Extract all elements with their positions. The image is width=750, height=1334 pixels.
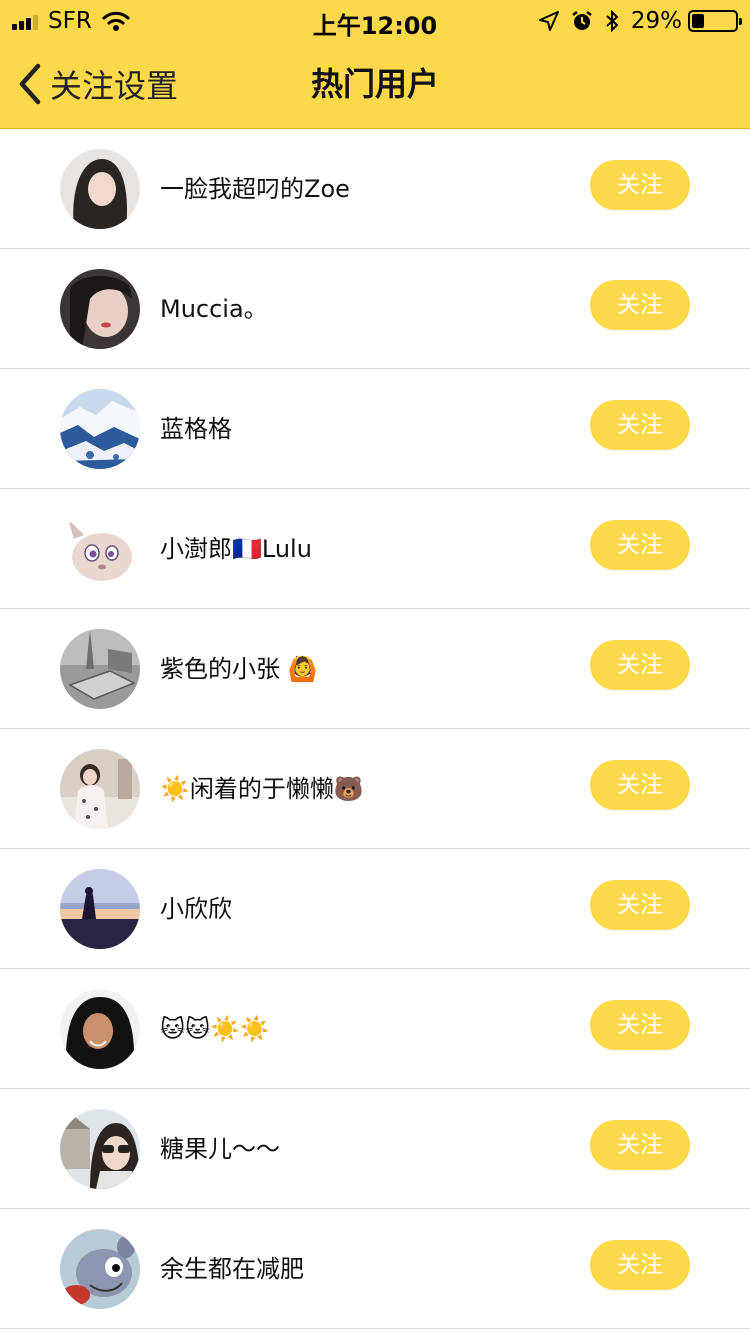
avatar[interactable] xyxy=(60,509,140,589)
follow-button[interactable]: 关注 xyxy=(590,520,690,570)
avatar[interactable] xyxy=(60,749,140,829)
follow-button[interactable]: 关注 xyxy=(590,760,690,810)
avatar[interactable] xyxy=(60,869,140,949)
follow-button[interactable]: 关注 xyxy=(590,640,690,690)
battery-percent: 29% xyxy=(630,8,682,34)
battery-level-fill xyxy=(692,14,704,28)
list-item: 🐱🐱☀️☀️ 关注 xyxy=(0,969,750,1089)
user-name: 小澍郎🇫🇷Lulu xyxy=(160,535,312,563)
user-name: 紫色的小张 🙆 xyxy=(160,655,318,683)
location-arrow-icon xyxy=(538,11,559,31)
user-name: 🐱🐱☀️☀️ xyxy=(160,1015,270,1043)
bluetooth-icon xyxy=(605,10,619,32)
list-item: 小欣欣 关注 xyxy=(0,849,750,969)
user-name: 小欣欣 xyxy=(160,895,232,923)
user-name: ☀️闲着的于懒懒🐻 xyxy=(160,775,364,803)
list-item: 紫色的小张 🙆 关注 xyxy=(0,609,750,729)
follow-button[interactable]: 关注 xyxy=(590,1120,690,1170)
user-name: 蓝格格 xyxy=(160,415,232,443)
user-name: 糖果儿～～ xyxy=(160,1135,280,1163)
follow-button[interactable]: 关注 xyxy=(590,1240,690,1290)
battery-icon xyxy=(688,10,742,32)
user-list: 一脸我超叼的Zoe 关注 Muccia。 关注 蓝格格 关注 小澍郎🇫🇷Lulu… xyxy=(0,129,750,1329)
avatar[interactable] xyxy=(60,149,140,229)
avatar[interactable] xyxy=(60,989,140,1069)
avatar[interactable] xyxy=(60,1229,140,1309)
top-header: SFR 上午12:00 29% 关注设置 热门用户 xyxy=(0,0,750,129)
status-right: 29% xyxy=(527,6,742,36)
follow-button[interactable]: 关注 xyxy=(590,400,690,450)
user-name: Muccia。 xyxy=(160,295,268,323)
follow-button[interactable]: 关注 xyxy=(590,1000,690,1050)
list-item: 余生都在减肥 关注 xyxy=(0,1209,750,1329)
follow-button[interactable]: 关注 xyxy=(590,160,690,210)
alarm-icon xyxy=(571,10,593,32)
user-name: 一脸我超叼的Zoe xyxy=(160,175,350,203)
follow-button[interactable]: 关注 xyxy=(590,280,690,330)
list-item: 小澍郎🇫🇷Lulu 关注 xyxy=(0,489,750,609)
list-item: 糖果儿～～ 关注 xyxy=(0,1089,750,1209)
avatar[interactable] xyxy=(60,269,140,349)
list-item: ☀️闲着的于懒懒🐻 关注 xyxy=(0,729,750,849)
avatar[interactable] xyxy=(60,1109,140,1189)
avatar[interactable] xyxy=(60,629,140,709)
follow-button[interactable]: 关注 xyxy=(590,880,690,930)
user-name: 余生都在减肥 xyxy=(160,1255,304,1283)
list-item: 蓝格格 关注 xyxy=(0,369,750,489)
list-item: Muccia。 关注 xyxy=(0,249,750,369)
list-item: 一脸我超叼的Zoe 关注 xyxy=(0,129,750,249)
page-title: 热门用户 xyxy=(310,65,439,103)
avatar[interactable] xyxy=(60,389,140,469)
status-bar: SFR 上午12:00 29% xyxy=(0,0,750,40)
